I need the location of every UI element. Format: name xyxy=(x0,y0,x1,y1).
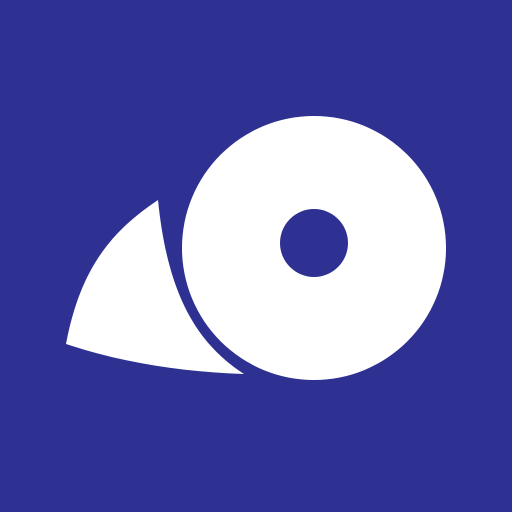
app-icon xyxy=(0,0,512,512)
disc-hole xyxy=(280,209,348,277)
disc-logo-icon xyxy=(0,0,512,512)
